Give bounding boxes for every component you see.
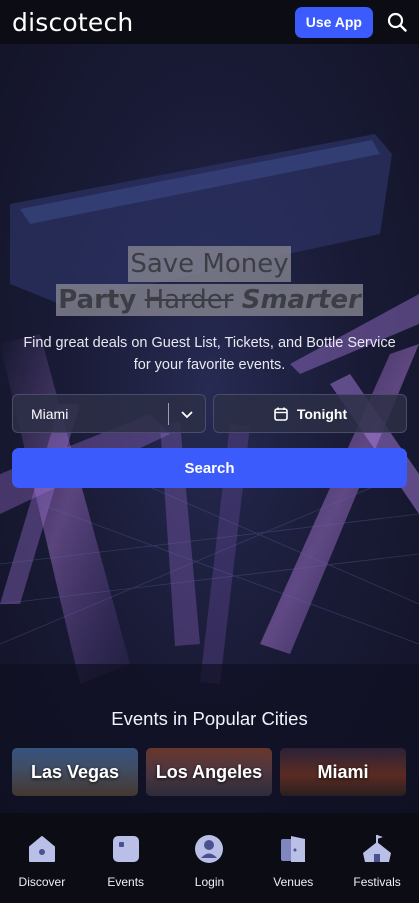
calendar-icon <box>274 407 288 421</box>
search-icon[interactable] <box>387 12 407 32</box>
top-bar: discotech Use App <box>0 0 419 44</box>
nav-label: Venues <box>273 875 314 889</box>
top-actions: Use App <box>294 6 407 38</box>
city-card-los-angeles[interactable]: Los Angeles <box>146 748 272 796</box>
nav-item-festivals[interactable]: Festivals <box>337 833 417 889</box>
nav-label: Festivals <box>353 875 401 889</box>
user-icon <box>195 835 224 863</box>
use-app-button[interactable]: Use App <box>294 6 373 38</box>
city-card-miami[interactable]: Miami <box>280 748 406 796</box>
city-cards: Las Vegas Los Angeles Miami <box>12 748 419 796</box>
chevron-down-icon[interactable] <box>169 407 205 421</box>
logo[interactable]: discotech <box>12 8 133 37</box>
city-select[interactable]: Miami <box>12 394 206 433</box>
city-card-las-vegas[interactable]: Las Vegas <box>12 748 138 796</box>
city-card-label: Los Angeles <box>155 761 263 782</box>
headline: Save Money Party Harder Smarter <box>0 246 419 316</box>
hero-subtitle: Find great deals on Guest List, Tickets,… <box>23 335 396 373</box>
venues-icon <box>281 836 306 862</box>
search-button[interactable]: Search <box>12 448 407 488</box>
date-button[interactable]: Tonight <box>213 394 407 433</box>
headline-line-2: Party Harder Smarter <box>56 284 363 316</box>
hero-section: Save Money Party Harder Smarter Find gre… <box>0 44 419 813</box>
nav-item-venues[interactable]: Venues <box>253 833 333 889</box>
nav-label: Login <box>194 875 225 889</box>
bottom-nav: Discover Events Login Venues Festivals <box>0 813 419 903</box>
nav-item-events[interactable]: Events <box>86 833 166 889</box>
headline-party: Party <box>58 285 137 315</box>
headline-harder: Harder <box>144 285 234 315</box>
events-icon <box>112 836 139 862</box>
nav-label: Discover <box>18 875 66 889</box>
headline-smarter: Smarter <box>241 285 361 315</box>
city-card-label: Miami <box>317 761 369 782</box>
nav-item-login[interactable]: Login <box>169 833 249 889</box>
headline-line-1: Save Money <box>128 246 291 282</box>
popular-cities-title: Events in Popular Cities <box>111 708 308 729</box>
nav-label: Events <box>107 875 145 889</box>
date-button-label: Tonight <box>296 405 348 422</box>
festivals-icon <box>363 835 392 862</box>
city-select-value: Miami <box>31 405 69 422</box>
city-card-label: Las Vegas <box>30 761 120 782</box>
discover-icon <box>28 836 55 862</box>
nav-item-discover[interactable]: Discover <box>2 833 82 889</box>
